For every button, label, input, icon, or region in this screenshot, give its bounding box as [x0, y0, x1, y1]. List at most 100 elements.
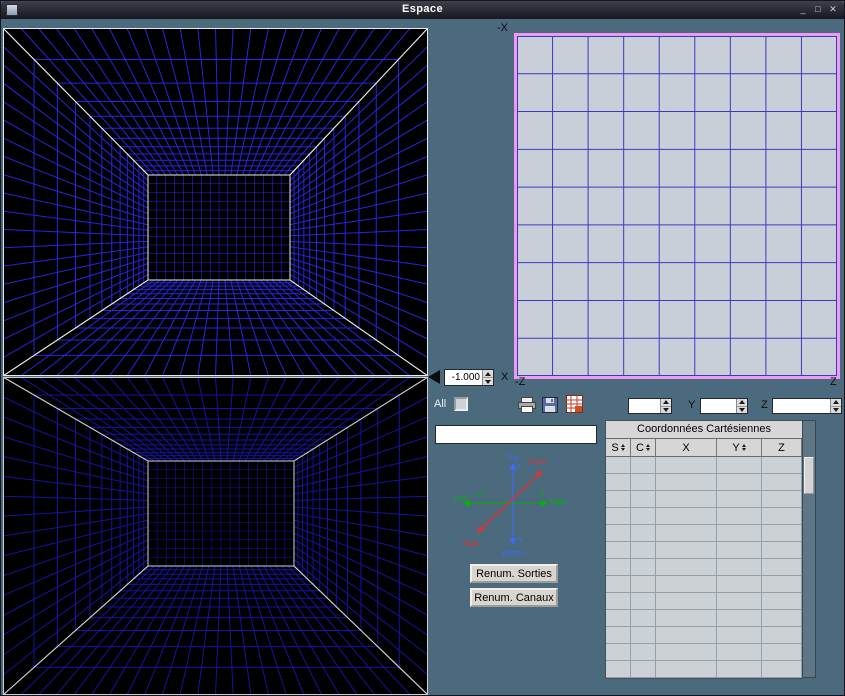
table-cell[interactable]: [717, 525, 762, 542]
table-cell[interactable]: [762, 542, 802, 559]
x-input[interactable]: [629, 399, 660, 413]
save-button[interactable]: [542, 397, 558, 418]
table-cell[interactable]: [606, 559, 631, 576]
column-header-x[interactable]: X: [656, 439, 717, 457]
table-cell[interactable]: [717, 491, 762, 508]
table-cell[interactable]: [762, 661, 802, 678]
table-cell[interactable]: [762, 474, 802, 491]
spin-up-button[interactable]: [737, 399, 747, 407]
table-cell[interactable]: [631, 610, 656, 627]
scrollbar-thumb[interactable]: [804, 457, 814, 494]
table-cell[interactable]: [656, 593, 717, 610]
table-cell[interactable]: [656, 474, 717, 491]
z-spinbox[interactable]: [772, 398, 842, 414]
renum-sorties-button[interactable]: Renum. Sorties: [470, 564, 558, 583]
table-cell[interactable]: [656, 508, 717, 525]
maximize-button[interactable]: □: [811, 3, 825, 16]
depth-prev-arrow[interactable]: [428, 370, 440, 384]
table-cell[interactable]: [606, 457, 631, 474]
table-cell[interactable]: [762, 644, 802, 661]
table-cell[interactable]: [631, 559, 656, 576]
spin-down-button[interactable]: [831, 407, 841, 414]
table-cell[interactable]: [606, 661, 631, 678]
table-cell[interactable]: [762, 593, 802, 610]
all-checkbox[interactable]: [454, 397, 468, 411]
table-cell[interactable]: [656, 627, 717, 644]
depth-input[interactable]: [445, 370, 482, 385]
table-cell[interactable]: [717, 593, 762, 610]
table-cell[interactable]: [631, 593, 656, 610]
z-input[interactable]: [773, 399, 830, 413]
y-spinbox[interactable]: [700, 398, 748, 414]
close-button[interactable]: ✕: [826, 3, 840, 16]
table-cell[interactable]: [717, 627, 762, 644]
table-cell[interactable]: [717, 576, 762, 593]
sort-spinner[interactable]: [621, 444, 625, 451]
renum-canaux-button[interactable]: Renum. Canaux: [470, 588, 558, 607]
spin-up-button[interactable]: [661, 399, 671, 407]
viewport-2d-grid[interactable]: [514, 33, 840, 379]
print-button[interactable]: [518, 397, 536, 418]
table-cell[interactable]: [762, 491, 802, 508]
sort-spinner[interactable]: [742, 444, 746, 451]
export-table-button[interactable]: [566, 395, 583, 418]
table-cell[interactable]: [606, 644, 631, 661]
table-cell[interactable]: [656, 644, 717, 661]
viewport-3d-top[interactable]: [3, 28, 428, 376]
table-cell[interactable]: [762, 457, 802, 474]
name-input[interactable]: [435, 425, 597, 444]
table-cell[interactable]: [656, 610, 717, 627]
table-cell[interactable]: [606, 508, 631, 525]
table-cell[interactable]: [606, 525, 631, 542]
spin-down-button[interactable]: [483, 378, 493, 385]
table-cell[interactable]: [656, 542, 717, 559]
minimize-button[interactable]: _: [796, 3, 810, 16]
table-cell[interactable]: [717, 508, 762, 525]
table-cell[interactable]: [762, 525, 802, 542]
table-cell[interactable]: [606, 542, 631, 559]
table-cell[interactable]: [717, 661, 762, 678]
spin-down-button[interactable]: [737, 407, 747, 414]
table-cell[interactable]: [717, 542, 762, 559]
table-cell[interactable]: [631, 542, 656, 559]
column-header-c[interactable]: C: [631, 439, 656, 457]
table-cell[interactable]: [631, 627, 656, 644]
table-cell[interactable]: [606, 593, 631, 610]
spin-up-button[interactable]: [831, 399, 841, 407]
table-cell[interactable]: [606, 491, 631, 508]
x-spinbox[interactable]: [628, 398, 672, 414]
column-header-y[interactable]: Y: [717, 439, 762, 457]
table-cell[interactable]: [656, 559, 717, 576]
table-cell[interactable]: [717, 610, 762, 627]
table-cell[interactable]: [717, 644, 762, 661]
table-cell[interactable]: [606, 610, 631, 627]
table-cell[interactable]: [606, 576, 631, 593]
spin-down-button[interactable]: [661, 407, 671, 414]
table-cell[interactable]: [656, 576, 717, 593]
table-cell[interactable]: [717, 559, 762, 576]
spin-up-button[interactable]: [483, 370, 493, 378]
table-scrollbar[interactable]: [802, 420, 816, 678]
table-cell[interactable]: [762, 576, 802, 593]
table-cell[interactable]: [656, 491, 717, 508]
table-cell[interactable]: [762, 559, 802, 576]
table-cell[interactable]: [606, 474, 631, 491]
table-cell[interactable]: [631, 491, 656, 508]
table-cell[interactable]: [762, 627, 802, 644]
table-cell[interactable]: [631, 576, 656, 593]
table-cell[interactable]: [606, 627, 631, 644]
table-cell[interactable]: [656, 661, 717, 678]
table-cell[interactable]: [717, 457, 762, 474]
table-cell[interactable]: [762, 508, 802, 525]
depth-spinbox[interactable]: [444, 369, 494, 386]
column-header-z[interactable]: Z: [762, 439, 802, 457]
column-header-s[interactable]: S: [606, 439, 631, 457]
table-cell[interactable]: [717, 474, 762, 491]
table-cell[interactable]: [762, 610, 802, 627]
table-cell[interactable]: [631, 508, 656, 525]
table-cell[interactable]: [656, 525, 717, 542]
table-cell[interactable]: [631, 644, 656, 661]
table-cell[interactable]: [631, 525, 656, 542]
table-cell[interactable]: [656, 457, 717, 474]
table-cell[interactable]: [631, 661, 656, 678]
